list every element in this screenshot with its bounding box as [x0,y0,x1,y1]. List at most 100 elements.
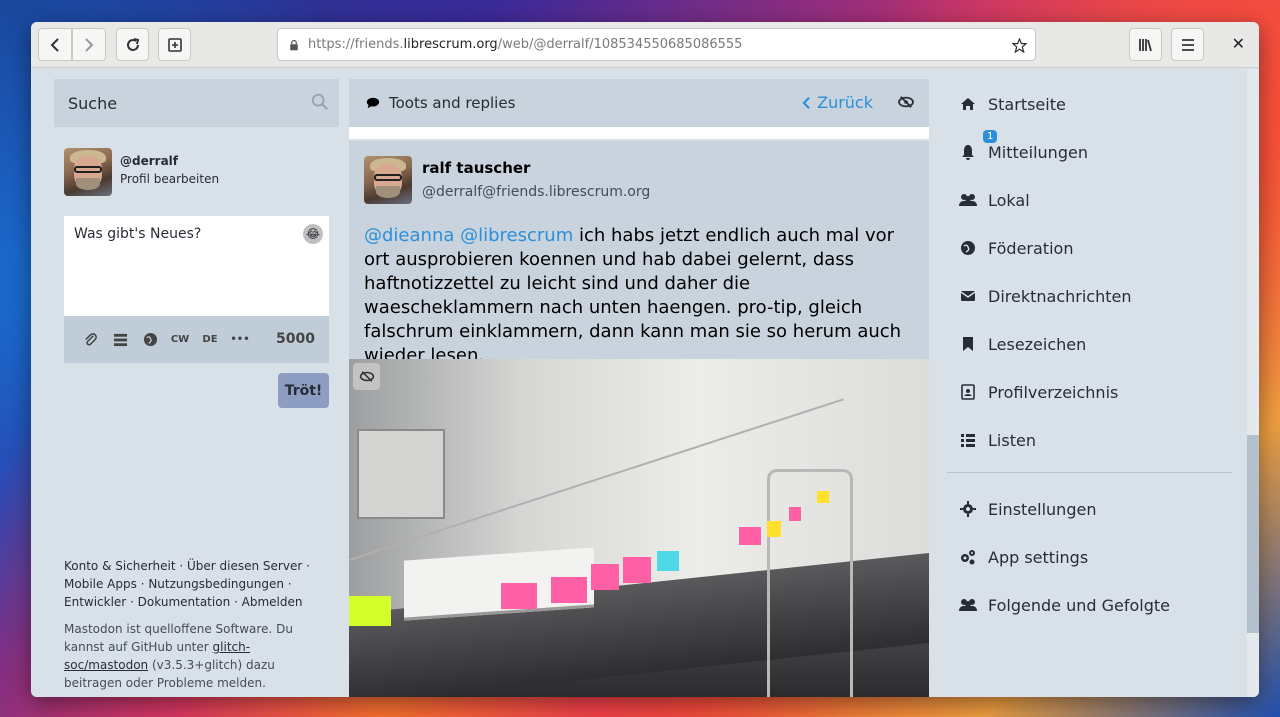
nav-settings[interactable]: Einstellungen [957,497,1096,521]
forward-button[interactable] [72,28,106,61]
poll-icon[interactable] [110,332,130,347]
character-counter: 5000 [276,331,315,347]
nav-divider [947,472,1232,473]
status-content: @dieanna @librescrum ich habs jetzt endl… [364,224,909,368]
globe-visibility-icon[interactable] [140,332,160,347]
language-button[interactable]: DE [200,334,220,345]
users-icon [957,597,979,613]
mastodon-page: Suche @derralf Profil bearbeiten Was gib… [31,69,1259,697]
plus-square-icon [167,37,182,52]
sticky-note [657,551,679,571]
nav-label: Lokal [988,190,1030,210]
whiteboard [357,429,445,519]
hamburger-icon [1181,38,1194,51]
url-prefix: https://friends. [308,37,404,52]
home-icon [957,96,979,112]
list-icon [957,432,979,448]
sticky-note [551,577,587,603]
close-window-icon[interactable]: ✕ [1232,34,1245,53]
footer-links: Konto & Sicherheit · Über diesen Server … [64,557,334,611]
nav-label: Lesezeichen [988,334,1087,354]
compose-textarea[interactable]: Was gibt's Neues? 😂 [64,216,329,316]
status-avatar[interactable] [364,156,412,204]
display-name[interactable]: ralf tauscher [422,159,530,177]
eye-slash-icon [359,371,374,382]
star-icon[interactable] [1012,38,1027,53]
nav-label: Einstellungen [988,499,1097,519]
nav-label: Startseite [988,94,1066,114]
mention-link[interactable]: @dieanna [364,225,454,246]
library-button[interactable] [1129,28,1162,61]
menu-button[interactable] [1171,28,1204,61]
nav-notifications[interactable]: 1 Mitteilungen [957,130,1088,164]
cogs-icon [957,549,979,565]
bell-icon [957,144,979,160]
back-label: Zurück [817,93,873,112]
paperclip-icon[interactable] [80,332,100,347]
back-link[interactable]: Zurück [802,93,873,112]
publish-button[interactable]: Tröt! [278,373,329,408]
hide-media-button[interactable] [353,363,380,390]
footer-links-line[interactable]: Entwickler · Dokumentation · Abmelden [64,593,334,611]
nav-federation[interactable]: Föderation [957,236,1073,260]
nav-app-settings[interactable]: App settings [957,545,1088,569]
sticky-note [591,564,619,590]
chevron-left-icon [50,37,59,52]
own-profile[interactable]: @derralf Profil bearbeiten [64,148,334,198]
nav-home[interactable]: Startseite [957,92,1066,116]
new-tab-button[interactable] [158,28,191,61]
library-icon [1138,38,1152,51]
nav-label: Folgende und Gefolgte [988,595,1170,615]
search-icon [311,93,328,110]
cog-icon [957,501,979,517]
avatar[interactable] [64,148,112,196]
back-button[interactable] [38,28,72,61]
users-icon [957,192,979,208]
mention-link[interactable]: @librescrum [460,225,573,246]
emoji-picker-icon[interactable]: 😂 [303,224,323,244]
nav-label: App settings [988,547,1089,567]
footer-links-line[interactable]: Mobile Apps · Nutzungsbedingungen · [64,575,334,593]
scrollbar-thumb[interactable] [1247,435,1259,633]
browser-toolbar: https://friends. librescrum.org/web/@derr… [31,22,1259,68]
compose-toolbar: CW DE ••• 5000 [64,316,329,363]
more-options-icon[interactable]: ••• [230,334,250,345]
sticky-note [349,596,391,626]
media-image[interactable] [349,359,929,697]
nav-bookmarks[interactable]: Lesezeichen [957,332,1086,356]
nav-directory[interactable]: Profilverzeichnis [957,380,1118,404]
status-detail: ralf tauscher @derralf@friends.librescru… [349,141,929,697]
navigation-panel: Startseite 1 Mitteilungen Lokal Föderati… [939,69,1259,697]
clothes-rack [767,469,853,697]
search-placeholder: Suche [68,93,118,113]
chevron-left-icon [802,97,810,109]
column-header: Toots and replies Zurück [349,79,929,127]
comment-icon [366,97,380,109]
profile-handle[interactable]: @derralf [120,154,178,168]
url-path: /web/@derralf/108534550685086555 [497,37,743,52]
reload-icon [126,37,139,51]
url-domain: librescrum.org [403,37,498,52]
eye-slash-icon[interactable] [897,95,915,109]
edit-profile-link[interactable]: Profil bearbeiten [120,172,219,186]
nav-direct-messages[interactable]: Direktnachrichten [957,284,1131,308]
content-warning-button[interactable]: CW [170,334,190,345]
footer-links-line[interactable]: Konto & Sicherheit · Über diesen Server … [64,557,334,575]
page-scrollbar[interactable] [1247,69,1259,697]
column-title: Toots and replies [389,94,516,112]
footer-about: Mastodon ist quelloffene Software. Du ka… [64,620,334,692]
about-text: Mastodon ist quelloffene Software. Du ka… [64,622,293,654]
envelope-icon [957,288,979,304]
nav-local[interactable]: Lokal [957,188,1030,212]
nav-follows[interactable]: Folgende und Gefolgte [957,593,1170,617]
nav-lists[interactable]: Listen [957,428,1036,452]
sticky-note [817,491,829,503]
sticky-note [789,507,801,521]
compose-placeholder: Was gibt's Neues? [74,226,202,242]
sticky-note [501,583,537,609]
search-input[interactable]: Suche [54,79,339,127]
account-handle[interactable]: @derralf@friends.librescrum.org [422,184,650,200]
nav-label: Mitteilungen [988,142,1088,162]
reload-button[interactable] [116,28,149,61]
url-bar[interactable]: https://friends. librescrum.org/web/@derr… [277,28,1036,61]
